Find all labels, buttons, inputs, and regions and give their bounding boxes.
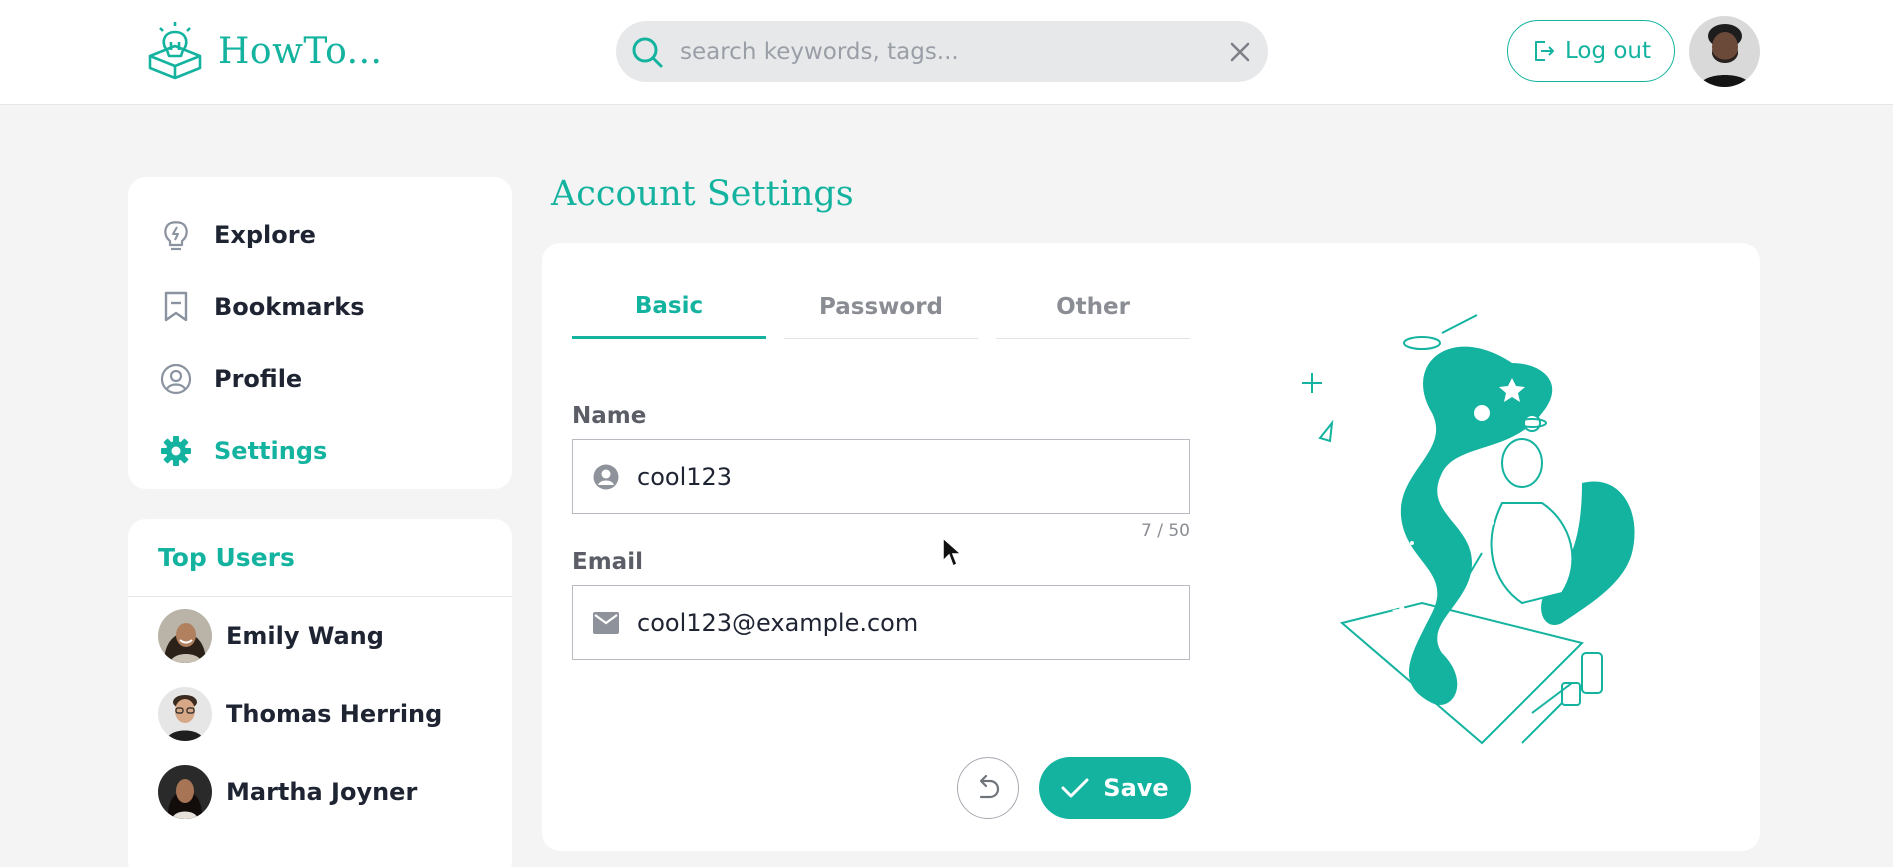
app-name: HowTo...: [218, 30, 383, 72]
undo-button[interactable]: [957, 757, 1019, 819]
tab-password[interactable]: Password: [784, 275, 978, 339]
logout-label: Log out: [1564, 38, 1652, 64]
settings-tabs: Basic Password Other: [572, 275, 1190, 339]
email-label: Email: [572, 549, 643, 575]
user-name: Emily Wang: [226, 622, 384, 650]
mouse-cursor: [942, 537, 962, 568]
sidebar-item-label: Profile: [214, 365, 303, 393]
save-button[interactable]: Save: [1039, 757, 1191, 819]
settings-card: Basic Password Other Name 7 / 50 Email S…: [542, 243, 1760, 851]
top-users-panel: Top Users Emily Wang Thomas Herring Mart…: [128, 519, 512, 867]
logout-button[interactable]: Log out: [1507, 20, 1675, 82]
sidebar-item-label: Bookmarks: [214, 293, 365, 321]
user-avatar[interactable]: [1689, 16, 1760, 87]
avatar: [158, 687, 212, 741]
search-input[interactable]: [680, 38, 1228, 65]
top-users-title: Top Users: [128, 519, 512, 597]
name-label: Name: [572, 403, 647, 429]
avatar-photo: [1689, 16, 1760, 87]
user-icon: [593, 464, 619, 489]
sidebar-item-explore[interactable]: Explore: [128, 199, 512, 271]
sidebar-nav: Explore Bookmarks Profile Settings: [128, 177, 512, 489]
sidebar-item-settings[interactable]: Settings: [128, 415, 512, 487]
email-field[interactable]: [572, 585, 1190, 660]
user-name: Martha Joyner: [226, 778, 418, 806]
top-bar: HowTo... Log out: [0, 0, 1893, 105]
search-icon: [632, 37, 663, 67]
tab-other[interactable]: Other: [996, 275, 1190, 339]
gear-icon: [160, 435, 192, 467]
sidebar-item-label: Settings: [214, 437, 328, 465]
sidebar-item-bookmarks[interactable]: Bookmarks: [128, 271, 512, 343]
lightbulb-icon: [160, 219, 192, 251]
email-input[interactable]: [637, 608, 1189, 637]
name-input[interactable]: [637, 462, 1189, 491]
save-label: Save: [1103, 774, 1169, 802]
undo-icon: [979, 774, 1000, 799]
lightbulb-box-icon: [148, 22, 202, 80]
avatar: [158, 765, 212, 819]
name-field[interactable]: [572, 439, 1190, 514]
user-circle-icon: [160, 363, 192, 395]
check-icon: [1061, 778, 1089, 798]
list-item[interactable]: Martha Joyner: [128, 753, 512, 831]
artist-illustration: [1302, 314, 1635, 745]
clear-search-icon[interactable]: [1228, 40, 1252, 64]
sidebar-item-label: Explore: [214, 221, 316, 249]
tab-basic[interactable]: Basic: [572, 275, 766, 339]
avatar: [158, 609, 212, 663]
app-logo[interactable]: HowTo...: [144, 14, 382, 88]
name-char-counter: 7 / 50: [1141, 521, 1190, 541]
logout-icon: [1534, 41, 1554, 61]
sidebar-item-profile[interactable]: Profile: [128, 343, 512, 415]
mail-icon: [593, 611, 619, 634]
list-item[interactable]: Thomas Herring: [128, 675, 512, 753]
search-bar[interactable]: [616, 21, 1268, 82]
bookmark-icon: [160, 291, 192, 323]
list-item[interactable]: Emily Wang: [128, 597, 512, 675]
user-name: Thomas Herring: [226, 700, 443, 728]
page-title: Account Settings: [551, 174, 854, 214]
